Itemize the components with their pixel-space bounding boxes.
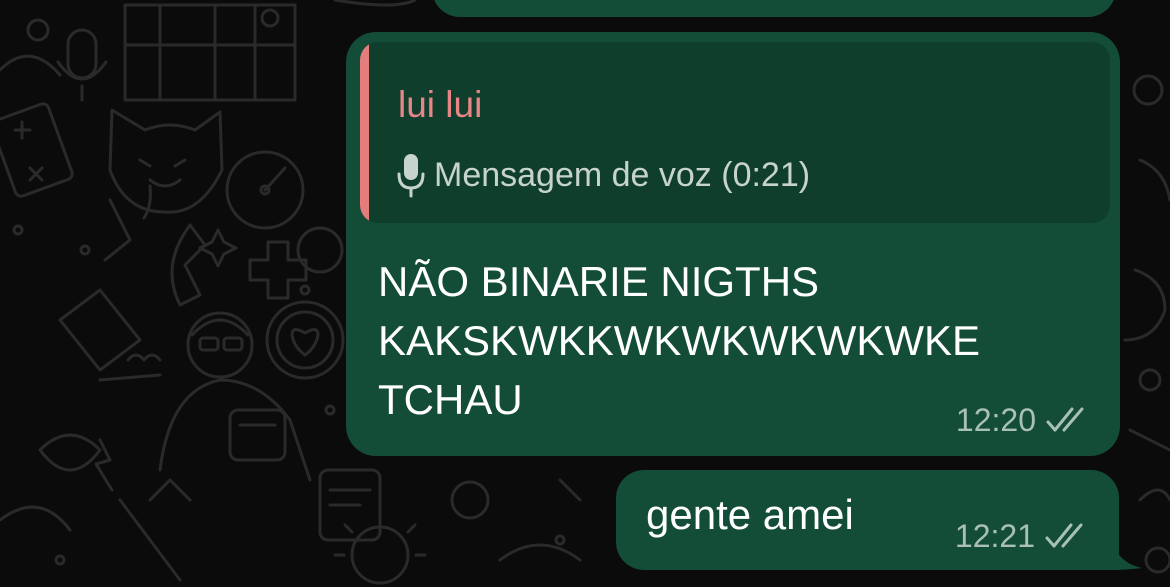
message-meta: 12:21 — [955, 520, 1091, 552]
bubble-tail — [1110, 532, 1142, 570]
quote-preview-text: Mensagem de voz (0:21) — [434, 156, 811, 194]
message-text: gente amei — [646, 491, 854, 538]
quote-author: lui lui — [398, 84, 483, 125]
previous-message-bubble[interactable] — [432, 0, 1116, 17]
message-bubble[interactable]: lui lui Mensagem de voz (0:21) NÃO BINAR… — [346, 32, 1120, 456]
quoted-reply[interactable]: lui lui Mensagem de voz (0:21) — [360, 42, 1110, 223]
double-check-icon — [1045, 523, 1083, 548]
quote-accent-bar — [360, 42, 369, 223]
mic-icon — [397, 154, 425, 198]
message-text: NÃO BINARIE NIGTHS KAKSKWKKWKWKWKWKWKE T… — [378, 258, 981, 423]
message-time: 12:20 — [955, 402, 1036, 438]
message-bubble[interactable]: gente amei 12:21 — [616, 470, 1119, 570]
message-meta: 12:20 — [956, 404, 1092, 436]
quote-preview: Mensagem de voz (0:21) — [396, 152, 810, 198]
double-check-icon — [1046, 407, 1084, 432]
message-time: 12:21 — [954, 518, 1035, 554]
